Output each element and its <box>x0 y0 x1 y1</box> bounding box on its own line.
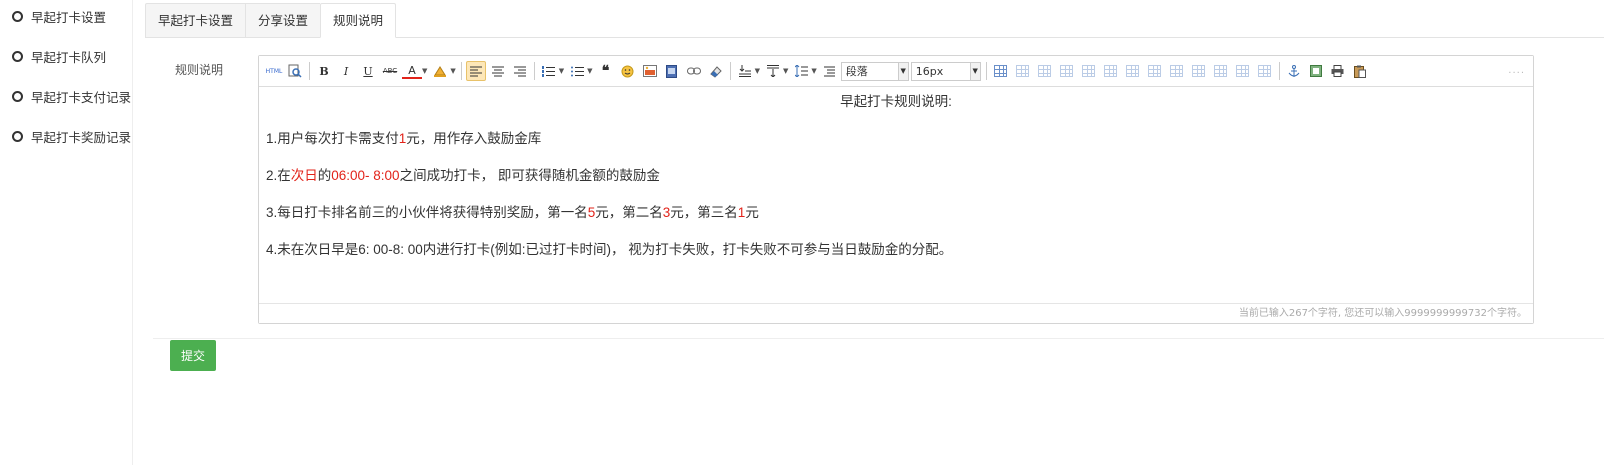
split-cols-icon[interactable] <box>1255 61 1275 81</box>
sidebar-item-morning-checkin-queue[interactable]: 早起打卡队列 <box>0 46 106 66</box>
chevron-down-icon[interactable]: ▼ <box>559 67 564 75</box>
tab-bar: 早起打卡设置 分享设置 规则说明 <box>145 3 397 38</box>
sidebar-item-reward-records[interactable]: 早起打卡奖励记录 <box>0 126 131 146</box>
rule-description-label: 规则说明 <box>175 63 224 77</box>
print-icon[interactable] <box>1328 61 1348 81</box>
chevron-down-icon[interactable]: ▼ <box>587 67 592 75</box>
font-size-value: 16px <box>915 64 944 78</box>
link-icon[interactable] <box>684 61 704 81</box>
paste-icon[interactable] <box>1350 61 1370 81</box>
underline-button[interactable]: U <box>358 61 378 81</box>
paragraph-format-value: 段落 <box>845 65 868 78</box>
sidebar-item-label: 早起打卡设置 <box>31 9 107 25</box>
paragraph-format-select[interactable]: 段落 ▼ <box>840 61 909 81</box>
rules-title: 早起打卡规则说明: <box>840 94 952 109</box>
chevron-down-icon[interactable]: ▼ <box>811 67 816 75</box>
sidebar-item-morning-checkin-settings[interactable]: 早起打卡设置 <box>0 6 106 26</box>
editor-toolbar: HTML B I U ABC A ▼ ▼ ▼ ▼ ❝ ▼ ▼ ▼ 段落 ▼ 16… <box>259 56 1533 87</box>
row-spacing-top-icon[interactable] <box>735 61 755 81</box>
form-divider <box>153 338 1604 339</box>
split-rows-icon[interactable] <box>1233 61 1253 81</box>
circle-icon <box>12 50 23 62</box>
chevron-down-icon: ▼ <box>897 62 908 80</box>
rule-line-3: 3.每日打卡排名前三的小伙伴将获得特别奖励，第一名5元，第二名3元，第三名1元 <box>266 205 759 220</box>
image-icon[interactable] <box>640 61 660 81</box>
strikethrough-button[interactable]: ABC <box>380 61 400 81</box>
toolbar-overflow-indicator: .... <box>1508 65 1525 76</box>
html-source-button[interactable]: HTML <box>265 61 283 81</box>
chevron-down-icon[interactable]: ▼ <box>755 67 760 75</box>
circle-icon <box>12 130 23 142</box>
circle-icon <box>12 10 23 22</box>
toolbar-separator <box>533 62 535 80</box>
italic-button[interactable]: I <box>336 61 356 81</box>
insert-frame-icon[interactable] <box>1306 61 1326 81</box>
toolbar-separator <box>1278 62 1280 80</box>
tab-rule-description[interactable]: 规则说明 <box>320 3 397 38</box>
rule-line-1: 1.用户每次打卡需支付1元，用作存入鼓励金库 <box>266 131 542 146</box>
toolbar-separator <box>729 62 731 80</box>
rich-text-editor: HTML B I U ABC A ▼ ▼ ▼ ▼ ❝ ▼ ▼ ▼ 段落 ▼ 16… <box>258 55 1534 324</box>
toolbar-separator <box>985 62 987 80</box>
rule-line-4: 4.未在次日早是6: 00-8: 00内进行打卡(例如:已过打卡时间)， 视为打… <box>266 242 953 257</box>
merge-right-icon[interactable] <box>1167 61 1187 81</box>
align-center-icon[interactable] <box>488 61 508 81</box>
insert-table-icon[interactable] <box>991 61 1011 81</box>
chevron-down-icon[interactable]: ▼ <box>422 67 427 75</box>
sidebar: 早起打卡设置 早起打卡队列 早起打卡支付记录 早起打卡奖励记录 <box>0 0 133 465</box>
sidebar-item-label: 早起打卡队列 <box>31 49 107 65</box>
preview-icon[interactable] <box>285 61 305 81</box>
line-height-icon[interactable] <box>791 61 811 81</box>
word-count-status: 当前已输入267个字符, 您还可以输入9999999999732个字符。 <box>259 303 1533 323</box>
insert-row-icon[interactable] <box>1057 61 1077 81</box>
delete-col-icon[interactable] <box>1123 61 1143 81</box>
delete-table-icon[interactable] <box>1013 61 1033 81</box>
eraser-icon[interactable] <box>706 61 726 81</box>
insert-paragraph-before-table-icon[interactable] <box>1035 61 1055 81</box>
row-spacing-bottom-icon[interactable] <box>763 61 783 81</box>
chevron-down-icon: ▼ <box>969 62 980 80</box>
video-icon[interactable] <box>662 61 682 81</box>
merge-cells-icon[interactable] <box>1145 61 1165 81</box>
main-content: 早起打卡设置 分享设置 规则说明 规则说明 HTML B I U ABC A ▼… <box>133 0 1604 465</box>
split-cells-icon[interactable] <box>1211 61 1231 81</box>
align-left-icon[interactable] <box>465 61 486 81</box>
toolbar-separator <box>309 62 310 80</box>
sidebar-item-label: 早起打卡支付记录 <box>31 89 132 105</box>
anchor-icon[interactable] <box>1284 61 1304 81</box>
paragraph-icon[interactable] <box>820 61 840 81</box>
tab-morning-checkin-settings[interactable]: 早起打卡设置 <box>145 3 246 38</box>
submit-button[interactable]: 提交 <box>170 340 216 371</box>
bold-button[interactable]: B <box>314 61 334 81</box>
highlight-color-icon[interactable] <box>430 61 450 81</box>
font-color-button[interactable]: A <box>402 63 422 79</box>
merge-down-icon[interactable] <box>1189 61 1209 81</box>
circle-icon <box>12 90 23 102</box>
unordered-list-icon[interactable] <box>567 61 587 81</box>
blockquote-icon[interactable]: ❝ <box>596 61 616 81</box>
sidebar-item-label: 早起打卡奖励记录 <box>31 129 132 145</box>
editor-content-area[interactable]: 早起打卡规则说明: 1.用户每次打卡需支付1元，用作存入鼓励金库 2.在次日的0… <box>259 87 1533 284</box>
align-right-icon[interactable] <box>510 61 530 81</box>
sidebar-item-payment-records[interactable]: 早起打卡支付记录 <box>0 86 131 106</box>
ordered-list-icon[interactable] <box>539 61 559 81</box>
delete-row-icon[interactable] <box>1079 61 1099 81</box>
emoji-icon[interactable] <box>618 61 638 81</box>
insert-col-icon[interactable] <box>1101 61 1121 81</box>
chevron-down-icon[interactable]: ▼ <box>783 67 788 75</box>
tab-share-settings[interactable]: 分享设置 <box>245 3 321 38</box>
font-size-select[interactable]: 16px ▼ <box>910 61 981 81</box>
rule-line-2: 2.在次日的06:00- 8:00之间成功打卡， 即可获得随机金额的鼓励金 <box>266 168 660 183</box>
chevron-down-icon[interactable]: ▼ <box>450 67 455 75</box>
toolbar-separator <box>460 62 462 80</box>
